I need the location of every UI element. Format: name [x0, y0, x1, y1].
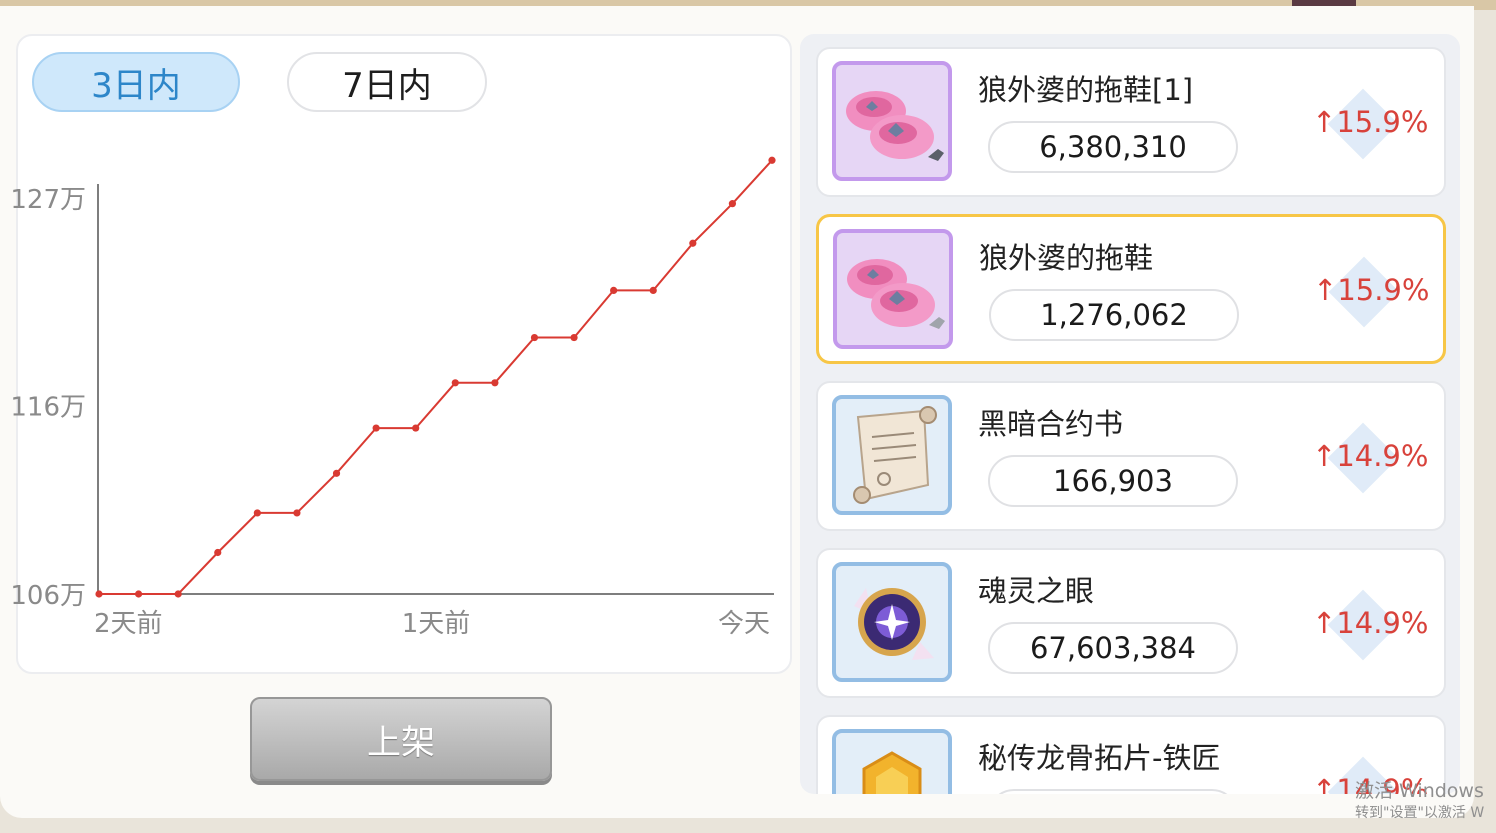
item-name: 狼外婆的拖鞋 [979, 241, 1154, 275]
up-arrow-icon: ↑ [1312, 439, 1337, 473]
y-tick-label: 127万 [10, 185, 86, 215]
item-price: 6,380,310 [988, 121, 1238, 173]
price-change-badge: ↑15.9% [1313, 256, 1429, 328]
price-series-line [99, 159, 773, 595]
data-point [134, 590, 143, 598]
data-point [214, 548, 222, 557]
up-arrow-icon: ↑ [1312, 606, 1337, 640]
data-point [253, 509, 261, 517]
price-change-badge: ↑14.9% [1312, 589, 1428, 661]
data-point [95, 590, 103, 598]
item-card[interactable]: 魂灵之眼 67,603,384 ↑14.9% [816, 548, 1446, 698]
item-icon-frame [832, 61, 952, 181]
y-tick-label: 106万 [10, 581, 86, 611]
item-card-selected[interactable]: 狼外婆的拖鞋 1,276,062 ↑15.9% [816, 214, 1446, 364]
item-name: 狼外婆的拖鞋[1] [978, 73, 1194, 107]
price-change-text: ↑14.9% [1312, 606, 1429, 640]
data-point [174, 590, 182, 598]
item-name: 魂灵之眼 [978, 574, 1095, 608]
item-list-panel[interactable]: 狼外婆的拖鞋[1] 6,380,310 ↑15.9% 狼外婆的拖鞋 1,276,… [800, 34, 1460, 794]
data-point [412, 424, 420, 432]
pink-slipper-icon [847, 259, 945, 329]
item-card[interactable]: 黑暗合约书 166,903 ↑14.9% [816, 381, 1446, 531]
item-price: 1,276,062 [989, 289, 1239, 341]
watermark-subtitle: 转到"设置"以激活 W [1355, 805, 1485, 821]
price-change-badge: ↑15.9% [1312, 88, 1428, 160]
data-point [332, 469, 341, 477]
item-price [988, 789, 1238, 794]
item-icon-frame [832, 729, 952, 794]
gold-emblem-icon [862, 751, 922, 794]
item-price: 67,603,384 [988, 622, 1238, 674]
item-card[interactable]: 秘传龙骨拓片-铁匠 ↑14.9% [816, 715, 1446, 794]
data-point [768, 156, 776, 164]
x-tick-label: 1天前 [402, 609, 471, 639]
y-tick-label: 116万 [10, 392, 86, 422]
shelve-button[interactable]: 上架 [250, 697, 552, 781]
item-icon-frame [833, 229, 953, 349]
purple-orb-icon [854, 588, 934, 660]
data-point [610, 286, 618, 294]
data-point [293, 509, 301, 517]
item-name: 黑暗合约书 [978, 407, 1124, 441]
price-change-text: ↑15.9% [1312, 105, 1429, 139]
data-point [649, 286, 657, 294]
x-tick-label: 2天前 [94, 609, 163, 639]
data-point [530, 333, 539, 342]
price-change-text: ↑15.9% [1313, 273, 1430, 307]
price-change-text: ↑14.9% [1312, 439, 1429, 473]
item-card[interactable]: 狼外婆的拖鞋[1] 6,380,310 ↑15.9% [816, 47, 1446, 197]
data-point [372, 424, 380, 432]
data-point [728, 200, 737, 208]
price-change-badge: ↑14.9% [1312, 422, 1428, 494]
data-point [451, 379, 459, 387]
data-point [491, 379, 499, 387]
price-trend-chart: 127万 116万 106万 2天前 1天前 今天 [10, 156, 776, 639]
data-point [570, 333, 578, 342]
up-arrow-icon: ↑ [1313, 273, 1338, 307]
scroll-icon [853, 406, 937, 504]
item-name: 秘传龙骨拓片-铁匠 [978, 741, 1221, 775]
pink-slipper-icon [846, 91, 944, 161]
data-point [689, 239, 697, 247]
up-arrow-icon: ↑ [1312, 773, 1337, 794]
windows-activation-watermark: 激活 Windows 转到"设置"以激活 W [1355, 780, 1484, 824]
up-arrow-icon: ↑ [1312, 105, 1337, 139]
watermark-title: 激活 Windows [1355, 780, 1484, 802]
item-price: 166,903 [988, 455, 1238, 507]
x-tick-label: 今天 [718, 609, 770, 639]
item-icon-frame [832, 395, 952, 515]
item-icon-frame [832, 562, 952, 682]
